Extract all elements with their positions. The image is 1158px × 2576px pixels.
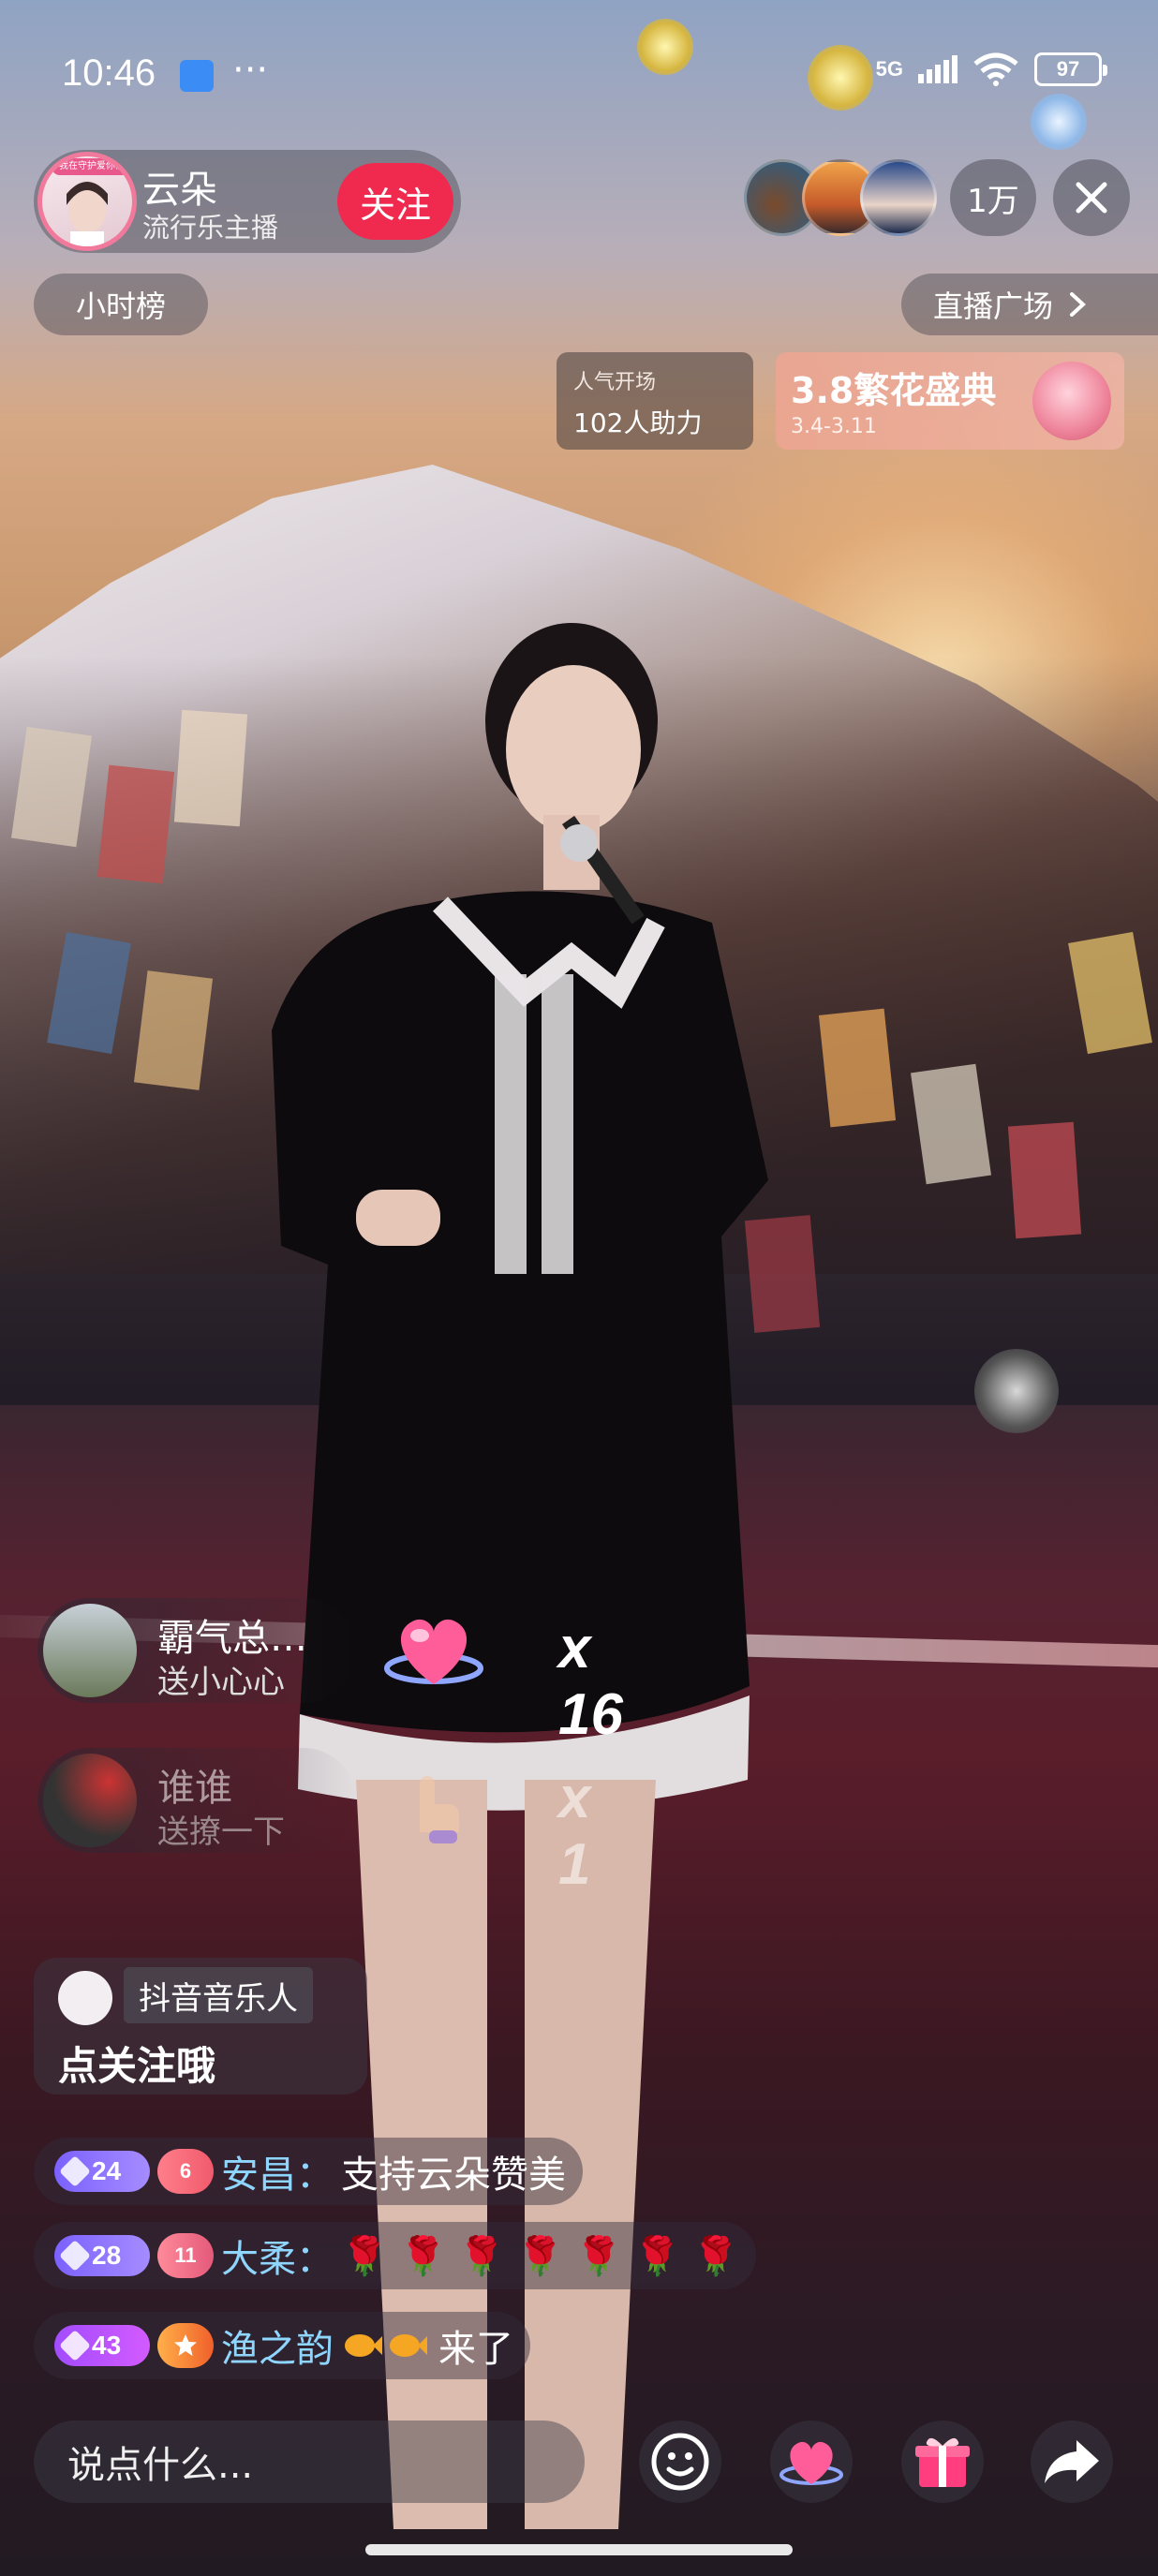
user-level-badge: 43 [54,2325,150,2366]
top-viewers: 1万 [744,159,1130,236]
heart-gift-icon [384,1619,483,1684]
prayer-flag [173,709,248,827]
prayer-flag [744,1215,821,1333]
fan-club-badge: 11 [157,2233,214,2278]
emoji-icon [651,2433,709,2491]
battery-indicator: 97 [1034,52,1107,86]
chat-username[interactable]: 渔之韵 [221,2318,334,2373]
heart-icon [779,2441,843,2485]
user-level-badge: 28 [54,2235,150,2276]
gift-box-icon [915,2437,970,2487]
prayer-flag [1007,1121,1082,1239]
gift-sender-name: 谁谁 [157,1767,232,1810]
status-bar: 10:46 ··· 5G 97 [0,0,1158,141]
user-level-number: 24 [92,2156,122,2185]
comment-input[interactable]: 说点什么... [34,2421,585,2503]
share-button[interactable] [1031,2421,1113,2503]
rose-icon [1032,362,1111,440]
chat-text: 来了 [438,2328,513,2371]
chat-username[interactable]: 大柔： [221,2228,334,2283]
hand-gift-icon [420,1776,459,1843]
gift-action: 送小心心 [157,1664,285,1701]
popularity-support: 102人助力 [573,407,703,438]
viewer-avatar[interactable] [860,159,937,236]
chevron-right-icon [1070,292,1086,317]
signal-icon [918,55,958,83]
popularity-banner[interactable]: 人气开场 102人助力 [557,352,753,450]
more-notifications-icon: ··· [232,49,269,92]
gift-sender-pill[interactable]: 霸气总… 送小心心 [37,1598,356,1703]
notification-app-icon [180,60,214,92]
hourly-rank-button[interactable]: 小时榜 [34,274,208,335]
network-type: 5G [875,57,903,81]
chat-text: 支持云朵赞美 [341,2154,566,2197]
musician-avatar[interactable] [58,1971,112,2025]
level-gem-icon [59,2330,91,2361]
streamer-avatar[interactable]: 我在守护爱你们 [37,152,137,251]
prayer-flag [96,764,175,884]
gift-sender-avatar[interactable] [43,1604,137,1697]
share-arrow-icon [1045,2440,1099,2483]
gift-notification: 谁谁 送撩一下 x 1 [37,1748,590,1897]
gift-sender-avatar[interactable] [43,1754,137,1847]
home-indicator[interactable] [365,2544,793,2555]
fan-club-badge [157,2323,214,2368]
live-plaza-label: 直播广场 [933,289,1054,324]
user-level-number: 28 [92,2241,122,2270]
musician-follow-prompt: 点关注哦 [58,2043,216,2089]
user-level-number: 43 [92,2331,122,2360]
gift-action: 送撩一下 [157,1814,285,1851]
prayer-flag [133,970,214,1090]
gift-count: x 1 [558,1766,591,1897]
follow-button[interactable]: 关注 [337,163,453,240]
gift-sender-name: 霸气总… [157,1617,307,1660]
streamer-category: 流行乐主播 [142,212,279,244]
user-level-badge: 24 [54,2151,150,2192]
chat-text: 🌹 🌹 🌹 🌹 🌹 🌹 🌹 [341,2234,739,2278]
like-button[interactable] [770,2421,853,2503]
status-time: 10:46 [62,52,156,94]
avatar-banner: 我在守护爱你们 [52,158,132,175]
fish-icon [345,2334,427,2357]
gift-notification: 霸气总… 送小心心 x 16 [37,1598,623,1747]
chat-message[interactable]: 24 6 安昌： 支持云朵赞美 [34,2138,583,2205]
close-icon [1076,182,1107,214]
popularity-title: 人气开场 [573,371,657,394]
gift-sender-pill[interactable]: 谁谁 送撩一下 [37,1748,356,1853]
festival-event-banner[interactable]: 3.8繁花盛典 3.4-3.11 [776,352,1124,450]
musician-tag: 抖音音乐人 [124,1967,313,2023]
gift-button[interactable] [901,2421,984,2503]
gift-count: x 16 [558,1616,623,1747]
live-plaza-button[interactable]: 直播广场 [901,274,1158,335]
emoji-button[interactable] [639,2421,721,2503]
stage-spotlight [974,1349,1059,1433]
wifi-icon [973,52,1018,86]
musician-follow-card[interactable]: 抖音音乐人 点关注哦 [34,1958,367,2095]
chat-message[interactable]: 43 渔之韵 来了 [34,2312,530,2379]
prayer-flag [818,1008,897,1128]
viewer-count[interactable]: 1万 [950,159,1036,236]
streamer-info-card[interactable]: 我在守护爱你们 云朵 流行乐主播 关注 [34,150,461,253]
chat-username[interactable]: 安昌： [221,2144,334,2198]
level-gem-icon [59,2240,91,2272]
fan-level-number: 6 [179,2159,192,2183]
fan-club-badge: 6 [157,2149,214,2194]
star-icon [174,2334,197,2356]
fan-level-number: 11 [174,2243,197,2267]
chat-message[interactable]: 28 11 大柔： 🌹 🌹 🌹 🌹 🌹 🌹 🌹 [34,2222,756,2289]
close-button[interactable] [1053,159,1130,236]
level-gem-icon [59,2155,91,2187]
